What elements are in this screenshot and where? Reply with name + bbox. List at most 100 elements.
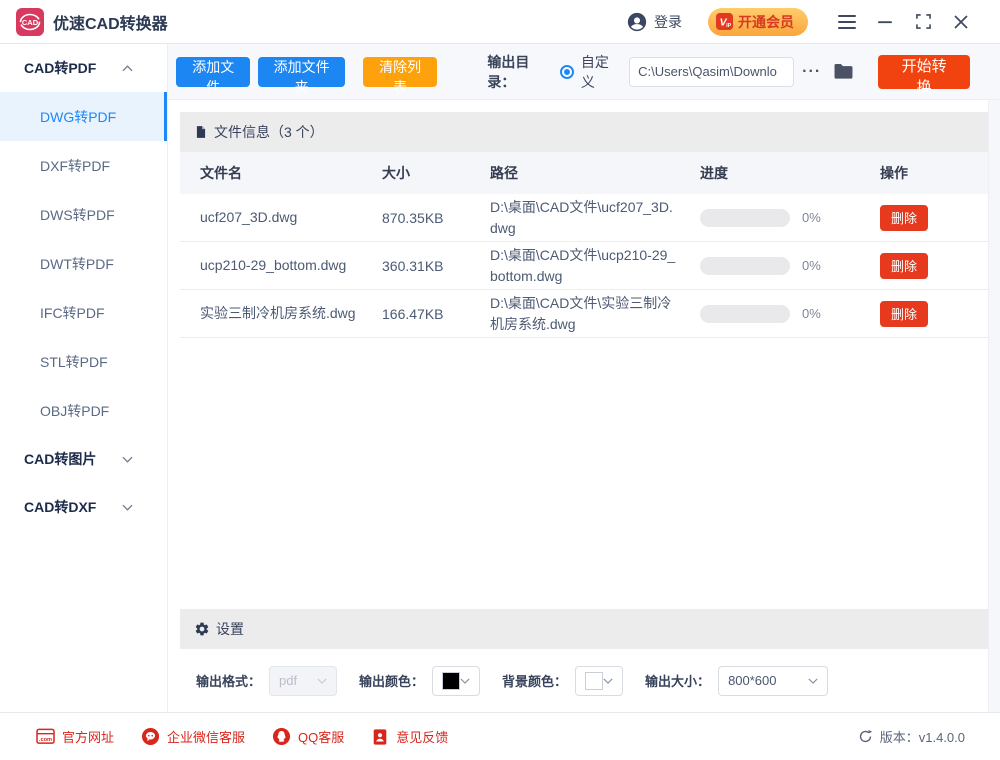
menu-button[interactable]	[830, 7, 864, 37]
table-row: ucf207_3D.dwg 870.35KB D:\桌面\CAD文件\ucf20…	[180, 194, 988, 242]
sidebar-item-dwt-to-pdf[interactable]: DWT转PDF	[0, 239, 167, 288]
file-size: 166.47KB	[382, 306, 490, 322]
open-folder-button[interactable]	[833, 63, 854, 80]
settings-section: 设置 输出格式： pdf 输出颜色： 背景颜色： 输出大小：	[168, 609, 1000, 712]
delete-button[interactable]: 删除	[880, 253, 928, 279]
table-row: ucp210-29_bottom.dwg 360.31KB D:\桌面\CAD文…	[180, 242, 988, 290]
sidebar-group-cad-to-dxf[interactable]: CAD转DXF	[0, 483, 167, 531]
output-format-select: pdf	[269, 666, 337, 696]
progress-percent: 0%	[802, 306, 821, 321]
output-size-select[interactable]: 800*600	[718, 666, 828, 696]
progress-bar	[700, 209, 790, 227]
feedback-icon	[371, 728, 389, 746]
chevron-down-icon	[122, 504, 133, 511]
main-panel: 添加文件 添加文件夹 清除列表 输出目录： 自定义 ··· 开始转换 文件信息（…	[168, 44, 1000, 712]
browse-more-button[interactable]: ···	[802, 63, 821, 81]
group-label: CAD转图片	[24, 449, 96, 469]
add-file-button[interactable]: 添加文件	[176, 57, 250, 87]
group-label: CAD转PDF	[24, 58, 96, 78]
col-path: 路径	[490, 163, 700, 183]
color-swatch	[585, 672, 603, 690]
bg-color-label: 背景颜色：	[502, 671, 567, 690]
sidebar: CAD转PDF DWG转PDF DXF转PDF DWS转PDF DWT转PDF …	[0, 44, 168, 712]
custom-radio-label: 自定义	[581, 52, 617, 92]
output-path-input[interactable]	[629, 57, 794, 87]
progress-bar	[700, 257, 790, 275]
official-website-link[interactable]: .com 官方网址	[36, 727, 114, 746]
settings-bar: 设置	[180, 609, 988, 649]
login-button[interactable]: 登录	[626, 11, 682, 33]
output-color-label: 输出颜色：	[359, 671, 424, 690]
toolbar: 添加文件 添加文件夹 清除列表 输出目录： 自定义 ··· 开始转换	[168, 44, 1000, 100]
sidebar-item-stl-to-pdf[interactable]: STL转PDF	[0, 337, 167, 386]
sidebar-item-dwg-to-pdf[interactable]: DWG转PDF	[0, 92, 167, 141]
user-avatar-icon	[626, 11, 648, 33]
sidebar-group-cad-to-image[interactable]: CAD转图片	[0, 435, 167, 483]
document-icon	[194, 125, 208, 139]
vip-label: 开通会员	[738, 12, 794, 32]
custom-radio[interactable]	[560, 65, 574, 79]
maximize-button[interactable]	[906, 7, 940, 37]
file-size: 360.31KB	[382, 258, 490, 274]
delete-button[interactable]: 删除	[880, 205, 928, 231]
sidebar-item-obj-to-pdf[interactable]: OBJ转PDF	[0, 386, 167, 435]
version-info: 版本：v1.4.0.0	[858, 727, 965, 746]
qq-support-link[interactable]: QQ客服	[272, 727, 344, 746]
output-size-label: 输出大小：	[645, 671, 710, 690]
website-icon: .com	[36, 728, 55, 745]
open-vip-button[interactable]: VIP 开通会员	[708, 8, 808, 36]
file-list-area: 文件信息（3 个） 文件名 大小 路径 进度 操作 ucf207_3D.dwg …	[168, 100, 1000, 609]
wechat-icon	[141, 727, 160, 746]
settings-row: 输出格式： pdf 输出颜色： 背景颜色： 输出大小： 800*600	[180, 649, 988, 712]
clear-list-button[interactable]: 清除列表	[363, 57, 437, 87]
settings-title: 设置	[216, 619, 244, 639]
login-label: 登录	[654, 12, 682, 32]
version-label: 版本：v1.4.0.0	[880, 727, 965, 746]
file-info-bar: 文件信息（3 个）	[180, 112, 988, 152]
col-size: 大小	[382, 163, 490, 183]
sidebar-group-cad-to-pdf[interactable]: CAD转PDF	[0, 44, 167, 92]
svg-text:IP: IP	[726, 23, 731, 29]
col-filename: 文件名	[200, 163, 382, 183]
bg-color-select[interactable]	[575, 666, 623, 696]
minimize-button[interactable]	[868, 7, 902, 37]
output-format-label: 输出格式：	[196, 671, 261, 690]
qq-icon	[272, 727, 291, 746]
refresh-icon[interactable]	[858, 729, 873, 744]
chevron-down-icon	[808, 678, 818, 684]
app-logo-icon: CAD	[16, 8, 44, 36]
table-row: 实验三制冷机房系统.dwg 166.47KB D:\桌面\CAD文件\实验三制冷…	[180, 290, 988, 338]
scrollbar[interactable]	[988, 100, 1000, 712]
add-folder-button[interactable]: 添加文件夹	[258, 57, 345, 87]
sidebar-item-dws-to-pdf[interactable]: DWS转PDF	[0, 190, 167, 239]
progress-percent: 0%	[802, 258, 821, 273]
feedback-link[interactable]: 意见反馈	[371, 727, 448, 746]
file-path: D:\桌面\CAD文件\ucp210-29_bottom.dwg	[490, 245, 700, 286]
col-action: 操作	[880, 163, 968, 183]
footer: .com 官方网址 企业微信客服 QQ客服 意见反馈 版本：v1.4.0.0	[0, 712, 1000, 760]
group-label: CAD转DXF	[24, 497, 96, 517]
app-title: 优速CAD转换器	[53, 10, 168, 34]
file-name: ucf207_3D.dwg	[200, 207, 382, 227]
output-dir-label: 输出目录：	[487, 52, 548, 92]
chevron-down-icon	[317, 678, 327, 684]
file-path: D:\桌面\CAD文件\ucf207_3D.dwg	[490, 197, 700, 238]
file-size: 870.35KB	[382, 210, 490, 226]
output-color-select[interactable]	[432, 666, 480, 696]
chevron-down-icon	[122, 456, 133, 463]
wechat-support-link[interactable]: 企业微信客服	[141, 727, 245, 746]
chevron-down-icon	[460, 678, 470, 684]
chevron-down-icon	[603, 678, 613, 684]
start-convert-button[interactable]: 开始转换	[878, 55, 970, 89]
gear-icon	[194, 621, 210, 637]
sidebar-item-dxf-to-pdf[interactable]: DXF转PDF	[0, 141, 167, 190]
color-swatch	[442, 672, 460, 690]
close-button[interactable]	[944, 7, 978, 37]
svg-text:CAD: CAD	[22, 17, 39, 26]
progress-bar	[700, 305, 790, 323]
col-progress: 进度	[700, 163, 880, 183]
delete-button[interactable]: 删除	[880, 301, 928, 327]
chevron-up-icon	[122, 65, 133, 72]
sidebar-item-ifc-to-pdf[interactable]: IFC转PDF	[0, 288, 167, 337]
svg-text:.com: .com	[39, 737, 52, 743]
